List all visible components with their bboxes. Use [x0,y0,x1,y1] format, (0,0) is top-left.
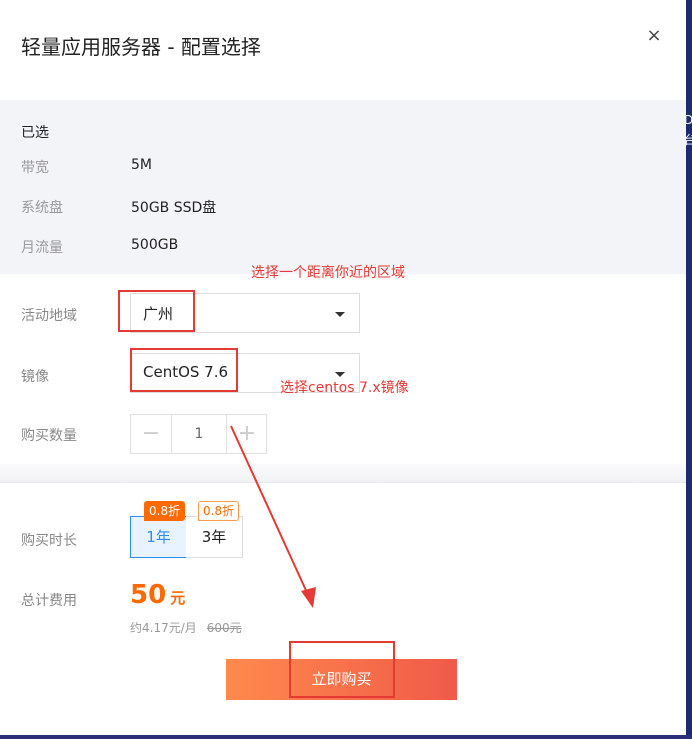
annotation-image-note: 选择centos 7.x镜像 [280,380,409,396]
region-label: 活动地域 [21,308,77,324]
discount-badge: 0.8折 [198,501,240,521]
minus-button[interactable]: − [131,415,172,453]
discount-badge: 0.8折 [144,501,186,521]
section-divider [0,464,686,483]
selected-summary: 已选 带宽 5M 系统盘 50GB SSD盘 月流量 500GB [0,100,686,274]
selected-heading: 已选 [21,125,49,141]
monthly-price: 约4.17元/月 [130,621,197,635]
total-label: 总计费用 [21,593,77,609]
annotation-region-note: 选择一个距离你近的区域 [251,265,405,281]
annotation-region-box [118,290,195,332]
duration-label: 购买时长 [21,533,77,549]
selected-key: 带宽 [21,160,49,176]
quantity-stepper: − 1 + [130,414,267,454]
close-icon[interactable]: × [644,24,664,48]
selected-key: 月流量 [21,240,63,256]
selected-value: 500GB [131,237,179,253]
annotation-buy-box [289,641,395,698]
image-label: 镜像 [21,369,49,385]
chevron-down-icon [335,312,345,317]
selected-value: 50GB SSD盘 [131,200,217,216]
dialog-title: 轻量应用服务器 - 配置选择 [21,35,261,59]
price-unit: 元 [170,589,186,607]
background-window-bottom [0,735,692,739]
selected-key: 系统盘 [21,200,63,216]
price-amount: 50 [130,580,167,610]
selected-value: 5M [131,157,152,173]
duration-option-1-year[interactable]: 1年 [130,516,187,558]
total-price: 50 元 [130,580,185,610]
price-detail: 约4.17元/月 600元 [130,619,242,636]
quantity-input[interactable]: 1 [172,415,226,453]
duration-option-3-year[interactable]: 3年 [186,516,243,558]
quantity-label: 购买数量 [21,428,77,444]
config-dialog: 轻量应用服务器 - 配置选择 × 已选 带宽 5M 系统盘 50GB SSD盘 … [0,0,686,735]
plus-button[interactable]: + [226,415,267,453]
original-price: 600元 [206,621,242,635]
annotation-image-box [130,348,238,392]
